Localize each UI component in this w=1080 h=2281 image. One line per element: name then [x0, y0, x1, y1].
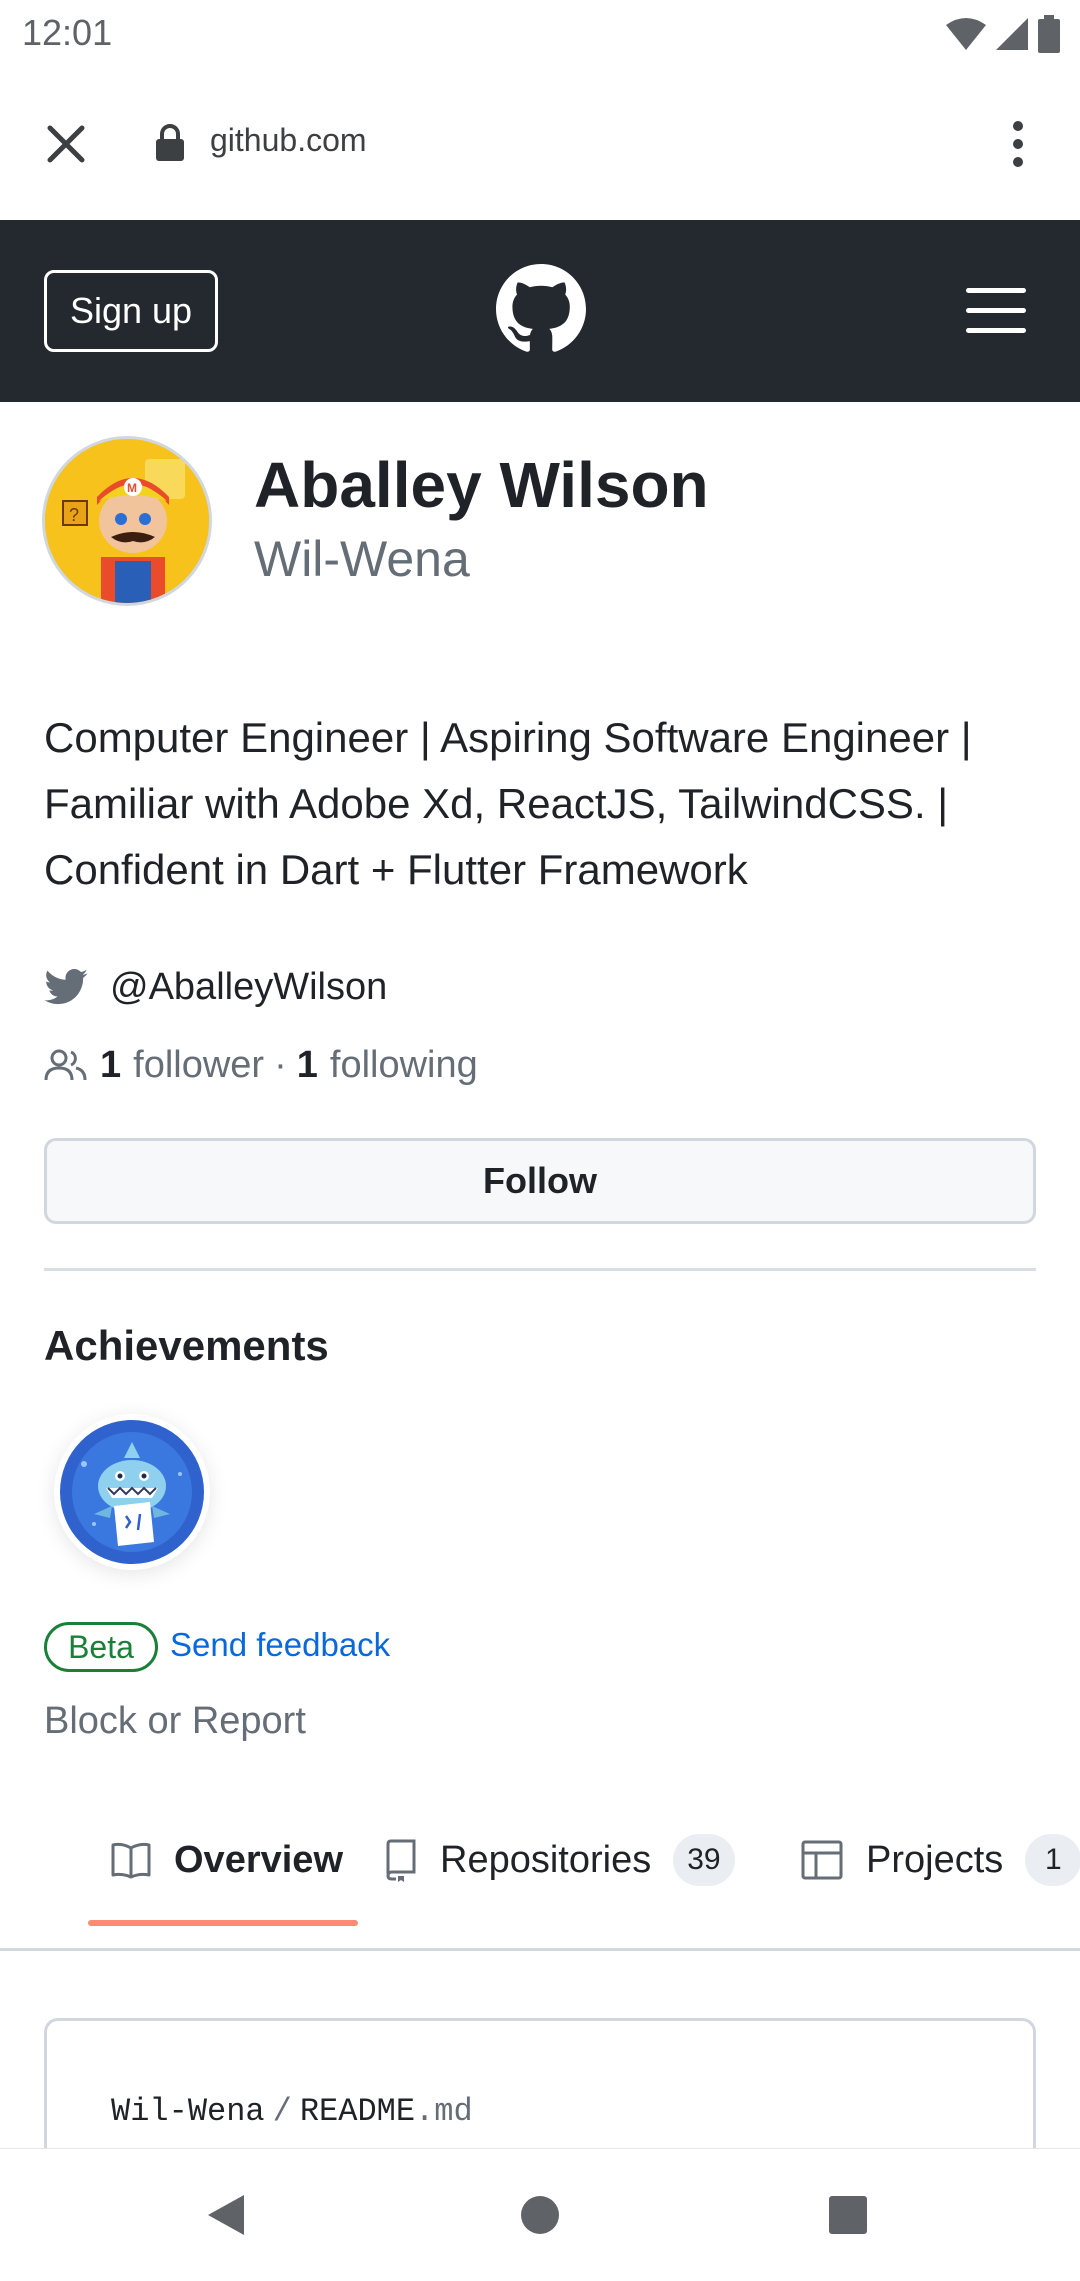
profile-bio: Computer Engineer | Aspiring Software En…: [44, 705, 1044, 903]
twitter-icon: [44, 969, 88, 1005]
follow-stats: 1 follower · 1 following: [44, 1040, 478, 1090]
people-icon: [44, 1049, 87, 1081]
table-icon: [801, 1840, 843, 1880]
url-text[interactable]: github.com: [210, 122, 367, 159]
svg-text:M: M: [127, 481, 137, 495]
tab-label: Overview: [174, 1838, 343, 1881]
battery-icon: [1038, 15, 1060, 53]
active-tab-indicator: [88, 1920, 358, 1926]
profile-login: Wil-Wena: [254, 531, 470, 587]
block-or-report-link[interactable]: Block or Report: [44, 1700, 306, 1743]
tab-repositories[interactable]: Repositories 39: [384, 1820, 735, 1900]
repo-icon: [386, 1839, 416, 1882]
recents-icon[interactable]: [828, 2195, 868, 2235]
github-logo-icon[interactable]: [496, 264, 586, 354]
readme-ext: .md: [415, 2093, 473, 2130]
repositories-counter: 39: [673, 1834, 735, 1886]
tab-label: Projects: [866, 1838, 1004, 1881]
readme-owner[interactable]: Wil-Wena: [111, 2093, 265, 2130]
twitter-link[interactable]: @AballeyWilson: [44, 962, 387, 1012]
svg-text:?: ?: [69, 505, 79, 525]
book-icon: [111, 1842, 151, 1879]
avatar-image: ? M: [45, 439, 209, 603]
lock-icon: [156, 124, 184, 161]
stats-separator: ·: [274, 1043, 287, 1086]
tabs-divider: [0, 1948, 1080, 1951]
tab-projects[interactable]: Projects 1: [800, 1820, 1080, 1900]
tab-overview[interactable]: Overview: [110, 1820, 343, 1900]
bio-line: Familiar with Adobe Xd, ReactJS, Tailwin…: [44, 780, 949, 827]
achievements-title: Achievements: [44, 1322, 329, 1369]
avatar[interactable]: ? M: [42, 436, 212, 606]
tab-label: Repositories: [440, 1838, 652, 1881]
bio-line: Computer Engineer | Aspiring Software En…: [44, 714, 972, 761]
status-bar: 12:01: [0, 0, 1080, 68]
readme-path: Wil-Wena / README.md: [111, 2093, 473, 2130]
github-header: Sign up: [0, 220, 1080, 402]
android-nav-bar: [0, 2148, 1080, 2281]
followers-label[interactable]: follower: [133, 1044, 264, 1087]
achievement-badge[interactable]: [54, 1414, 210, 1570]
following-label[interactable]: following: [330, 1044, 478, 1087]
projects-counter: 1: [1025, 1834, 1080, 1886]
shark-badge-icon: [60, 1420, 204, 1564]
signal-icon: [996, 18, 1028, 50]
twitter-handle: @AballeyWilson: [110, 965, 388, 1008]
browser-toolbar: github.com: [0, 68, 1080, 220]
send-feedback-link[interactable]: Send feedback: [170, 1626, 390, 1664]
profile-name: Aballey Wilson: [254, 449, 709, 521]
signup-button[interactable]: Sign up: [44, 270, 218, 352]
followers-count[interactable]: 1: [100, 1044, 121, 1087]
beta-badge: Beta: [44, 1622, 158, 1672]
bio-line: Confident in Dart + Flutter Framework: [44, 846, 748, 893]
divider: [44, 1268, 1036, 1271]
follow-button[interactable]: Follow: [44, 1138, 1036, 1224]
back-icon[interactable]: [206, 2193, 246, 2237]
hamburger-menu-icon[interactable]: [966, 288, 1026, 334]
status-icons: [946, 14, 1060, 54]
following-count[interactable]: 1: [297, 1044, 318, 1087]
status-time: 12:01: [22, 12, 113, 53]
path-separator: /: [272, 2093, 292, 2130]
close-icon[interactable]: [42, 120, 90, 168]
more-vert-icon[interactable]: [1000, 118, 1036, 170]
home-icon[interactable]: [520, 2195, 560, 2235]
readme-file[interactable]: README: [300, 2093, 415, 2130]
wifi-icon: [946, 18, 986, 50]
profile-tabs: Overview Repositories 39 Projects 1: [0, 1820, 1080, 1950]
